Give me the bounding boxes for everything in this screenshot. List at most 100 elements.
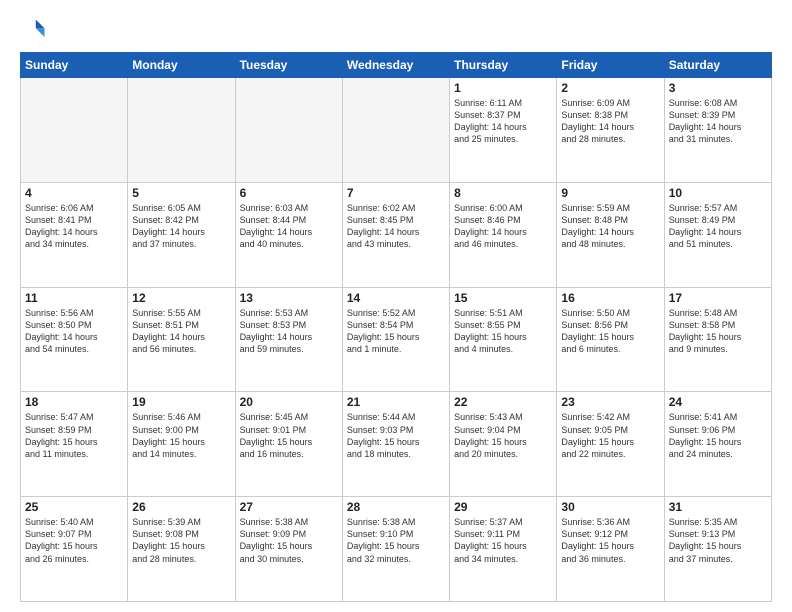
day-cell-22: 22 Sunrise: 5:43 AMSunset: 9:04 PMDayligh… <box>450 392 557 497</box>
day-number: 2 <box>561 81 659 95</box>
day-number: 10 <box>669 186 767 200</box>
day-cell-7: 7 Sunrise: 6:02 AMSunset: 8:45 PMDaylight… <box>342 182 449 287</box>
cell-info: Sunrise: 6:02 AMSunset: 8:45 PMDaylight:… <box>347 202 445 251</box>
day-cell-21: 21 Sunrise: 5:44 AMSunset: 9:03 PMDayligh… <box>342 392 449 497</box>
cell-info: Sunrise: 5:40 AMSunset: 9:07 PMDaylight:… <box>25 516 123 565</box>
day-cell-14: 14 Sunrise: 5:52 AMSunset: 8:54 PMDayligh… <box>342 287 449 392</box>
weekday-monday: Monday <box>128 53 235 78</box>
empty-cell <box>128 78 235 183</box>
weekday-friday: Friday <box>557 53 664 78</box>
weekday-tuesday: Tuesday <box>235 53 342 78</box>
week-row-4: 25 Sunrise: 5:40 AMSunset: 9:07 PMDayligh… <box>21 497 772 602</box>
day-number: 6 <box>240 186 338 200</box>
header <box>20 16 772 44</box>
day-number: 28 <box>347 500 445 514</box>
cell-info: Sunrise: 5:51 AMSunset: 8:55 PMDaylight:… <box>454 307 552 356</box>
cell-info: Sunrise: 5:50 AMSunset: 8:56 PMDaylight:… <box>561 307 659 356</box>
day-cell-23: 23 Sunrise: 5:42 AMSunset: 9:05 PMDayligh… <box>557 392 664 497</box>
empty-cell <box>235 78 342 183</box>
cell-info: Sunrise: 5:52 AMSunset: 8:54 PMDaylight:… <box>347 307 445 356</box>
cell-info: Sunrise: 5:53 AMSunset: 8:53 PMDaylight:… <box>240 307 338 356</box>
weekday-saturday: Saturday <box>664 53 771 78</box>
day-number: 22 <box>454 395 552 409</box>
day-cell-13: 13 Sunrise: 5:53 AMSunset: 8:53 PMDayligh… <box>235 287 342 392</box>
day-number: 20 <box>240 395 338 409</box>
logo <box>20 16 52 44</box>
cell-info: Sunrise: 5:56 AMSunset: 8:50 PMDaylight:… <box>25 307 123 356</box>
day-number: 25 <box>25 500 123 514</box>
day-cell-15: 15 Sunrise: 5:51 AMSunset: 8:55 PMDayligh… <box>450 287 557 392</box>
day-number: 12 <box>132 291 230 305</box>
day-cell-8: 8Sunrise: 6:00 AMSunset: 8:46 PMDaylight… <box>450 182 557 287</box>
day-cell-9: 9 Sunrise: 5:59 AMSunset: 8:48 PMDaylight… <box>557 182 664 287</box>
cell-info: Sunrise: 6:09 AMSunset: 8:38 PMDaylight:… <box>561 97 659 146</box>
cell-info: Sunrise: 5:59 AMSunset: 8:48 PMDaylight:… <box>561 202 659 251</box>
day-number: 17 <box>669 291 767 305</box>
cell-info: Sunrise: 6:05 AMSunset: 8:42 PMDaylight:… <box>132 202 230 251</box>
day-number: 7 <box>347 186 445 200</box>
day-number: 4 <box>25 186 123 200</box>
weekday-wednesday: Wednesday <box>342 53 449 78</box>
cell-info: Sunrise: 5:38 AMSunset: 9:10 PMDaylight:… <box>347 516 445 565</box>
day-cell-19: 19 Sunrise: 5:46 AMSunset: 9:00 PMDayligh… <box>128 392 235 497</box>
cell-info: Sunrise: 5:44 AMSunset: 9:03 PMDaylight:… <box>347 411 445 460</box>
cell-info: Sunrise: 6:06 AMSunset: 8:41 PMDaylight:… <box>25 202 123 251</box>
day-cell-26: 26 Sunrise: 5:39 AMSunset: 9:08 PMDayligh… <box>128 497 235 602</box>
weekday-thursday: Thursday <box>450 53 557 78</box>
day-number: 31 <box>669 500 767 514</box>
week-row-2: 11Sunrise: 5:56 AMSunset: 8:50 PMDayligh… <box>21 287 772 392</box>
day-number: 9 <box>561 186 659 200</box>
day-number: 27 <box>240 500 338 514</box>
day-number: 29 <box>454 500 552 514</box>
day-cell-17: 17 Sunrise: 5:48 AMSunset: 8:58 PMDayligh… <box>664 287 771 392</box>
cell-info: Sunrise: 5:35 AMSunset: 9:13 PMDaylight:… <box>669 516 767 565</box>
cell-info: Sunrise: 6:00 AMSunset: 8:46 PMDaylight:… <box>454 202 552 251</box>
day-cell-10: 10 Sunrise: 5:57 AMSunset: 8:49 PMDayligh… <box>664 182 771 287</box>
page: SundayMondayTuesdayWednesdayThursdayFrid… <box>0 0 792 612</box>
cell-info: Sunrise: 5:57 AMSunset: 8:49 PMDaylight:… <box>669 202 767 251</box>
cell-info: Sunrise: 5:46 AMSunset: 9:00 PMDaylight:… <box>132 411 230 460</box>
day-cell-24: 24Sunrise: 5:41 AMSunset: 9:06 PMDayligh… <box>664 392 771 497</box>
day-number: 30 <box>561 500 659 514</box>
calendar-table: SundayMondayTuesdayWednesdayThursdayFrid… <box>20 52 772 602</box>
week-row-3: 18Sunrise: 5:47 AMSunset: 8:59 PMDayligh… <box>21 392 772 497</box>
day-number: 19 <box>132 395 230 409</box>
logo-icon <box>20 16 48 44</box>
cell-info: Sunrise: 6:11 AMSunset: 8:37 PMDaylight:… <box>454 97 552 146</box>
day-cell-5: 5 Sunrise: 6:05 AMSunset: 8:42 PMDaylight… <box>128 182 235 287</box>
weekday-header-row: SundayMondayTuesdayWednesdayThursdayFrid… <box>21 53 772 78</box>
day-cell-2: 2 Sunrise: 6:09 AMSunset: 8:38 PMDaylight… <box>557 78 664 183</box>
day-cell-31: 31 Sunrise: 5:35 AMSunset: 9:13 PMDayligh… <box>664 497 771 602</box>
day-cell-16: 16Sunrise: 5:50 AMSunset: 8:56 PMDayligh… <box>557 287 664 392</box>
week-row-0: 1 Sunrise: 6:11 AMSunset: 8:37 PMDaylight… <box>21 78 772 183</box>
week-row-1: 4 Sunrise: 6:06 AMSunset: 8:41 PMDaylight… <box>21 182 772 287</box>
empty-cell <box>342 78 449 183</box>
cell-info: Sunrise: 5:39 AMSunset: 9:08 PMDaylight:… <box>132 516 230 565</box>
day-number: 15 <box>454 291 552 305</box>
day-number: 13 <box>240 291 338 305</box>
day-number: 21 <box>347 395 445 409</box>
cell-info: Sunrise: 5:55 AMSunset: 8:51 PMDaylight:… <box>132 307 230 356</box>
day-cell-18: 18Sunrise: 5:47 AMSunset: 8:59 PMDayligh… <box>21 392 128 497</box>
day-cell-30: 30 Sunrise: 5:36 AMSunset: 9:12 PMDayligh… <box>557 497 664 602</box>
day-number: 23 <box>561 395 659 409</box>
day-cell-11: 11Sunrise: 5:56 AMSunset: 8:50 PMDayligh… <box>21 287 128 392</box>
cell-info: Sunrise: 5:45 AMSunset: 9:01 PMDaylight:… <box>240 411 338 460</box>
cell-info: Sunrise: 5:38 AMSunset: 9:09 PMDaylight:… <box>240 516 338 565</box>
cell-info: Sunrise: 5:42 AMSunset: 9:05 PMDaylight:… <box>561 411 659 460</box>
cell-info: Sunrise: 5:36 AMSunset: 9:12 PMDaylight:… <box>561 516 659 565</box>
day-number: 5 <box>132 186 230 200</box>
empty-cell <box>21 78 128 183</box>
day-cell-6: 6Sunrise: 6:03 AMSunset: 8:44 PMDaylight… <box>235 182 342 287</box>
day-number: 14 <box>347 291 445 305</box>
cell-info: Sunrise: 5:43 AMSunset: 9:04 PMDaylight:… <box>454 411 552 460</box>
day-cell-4: 4 Sunrise: 6:06 AMSunset: 8:41 PMDaylight… <box>21 182 128 287</box>
day-cell-20: 20 Sunrise: 5:45 AMSunset: 9:01 PMDayligh… <box>235 392 342 497</box>
cell-info: Sunrise: 5:41 AMSunset: 9:06 PMDaylight:… <box>669 411 767 460</box>
day-number: 1 <box>454 81 552 95</box>
cell-info: Sunrise: 5:37 AMSunset: 9:11 PMDaylight:… <box>454 516 552 565</box>
day-cell-28: 28 Sunrise: 5:38 AMSunset: 9:10 PMDayligh… <box>342 497 449 602</box>
day-number: 26 <box>132 500 230 514</box>
day-cell-3: 3Sunrise: 6:08 AMSunset: 8:39 PMDaylight… <box>664 78 771 183</box>
cell-info: Sunrise: 5:48 AMSunset: 8:58 PMDaylight:… <box>669 307 767 356</box>
